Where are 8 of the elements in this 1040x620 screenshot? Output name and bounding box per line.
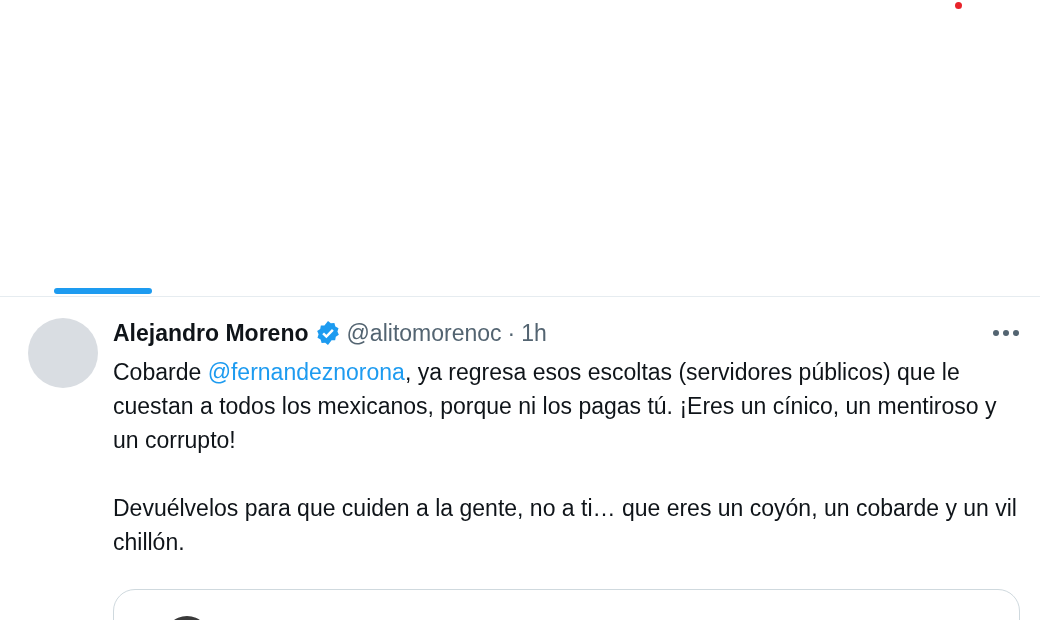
author-handle[interactable]: @alitomorenoc <box>346 319 502 347</box>
tweet-text: Cobarde @fernandeznorona, ya regresa esos escoltas (servidores públicos) que le cuestan a todos los mexicanos, porque ni los pagas tú. ¡Eres un cínico, un mentiroso y un corrupto! <box>113 358 998 455</box>
author-name[interactable]: Alejandro Moreno <box>113 319 309 347</box>
tweet-time[interactable]: 1h <box>521 319 547 347</box>
more-icon[interactable] <box>992 329 1020 337</box>
tweet-text: Devuélvelos para que cuiden a la gente, no a ti… que eres un coyón, un cobarde y un vil chillón. <box>113 494 1017 557</box>
separator: · <box>507 319 516 347</box>
notification-dot <box>955 2 962 9</box>
